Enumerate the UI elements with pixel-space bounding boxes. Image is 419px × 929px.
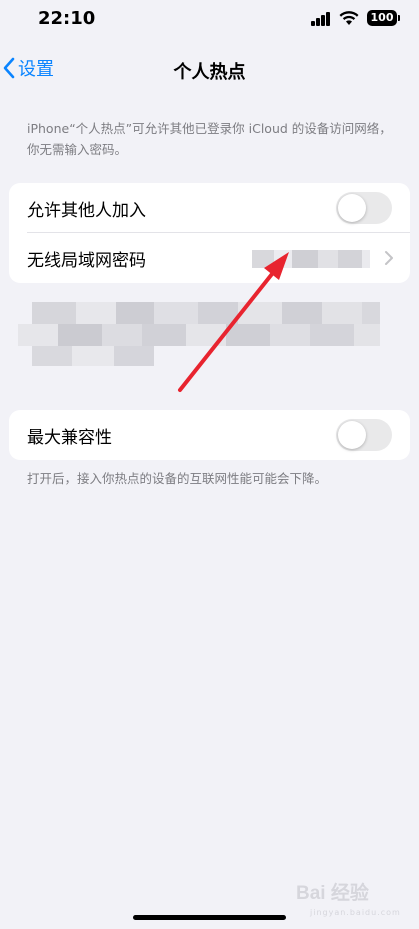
- watermark-text: Bai 经验: [296, 883, 369, 904]
- baidu-jingyan-watermark: Bai 经验 jingyan.baidu.com: [296, 872, 400, 922]
- watermark-url: jingyan.baidu.com: [310, 908, 401, 917]
- home-indicator[interactable]: [133, 915, 286, 920]
- annotation-arrow-icon: [178, 252, 289, 392]
